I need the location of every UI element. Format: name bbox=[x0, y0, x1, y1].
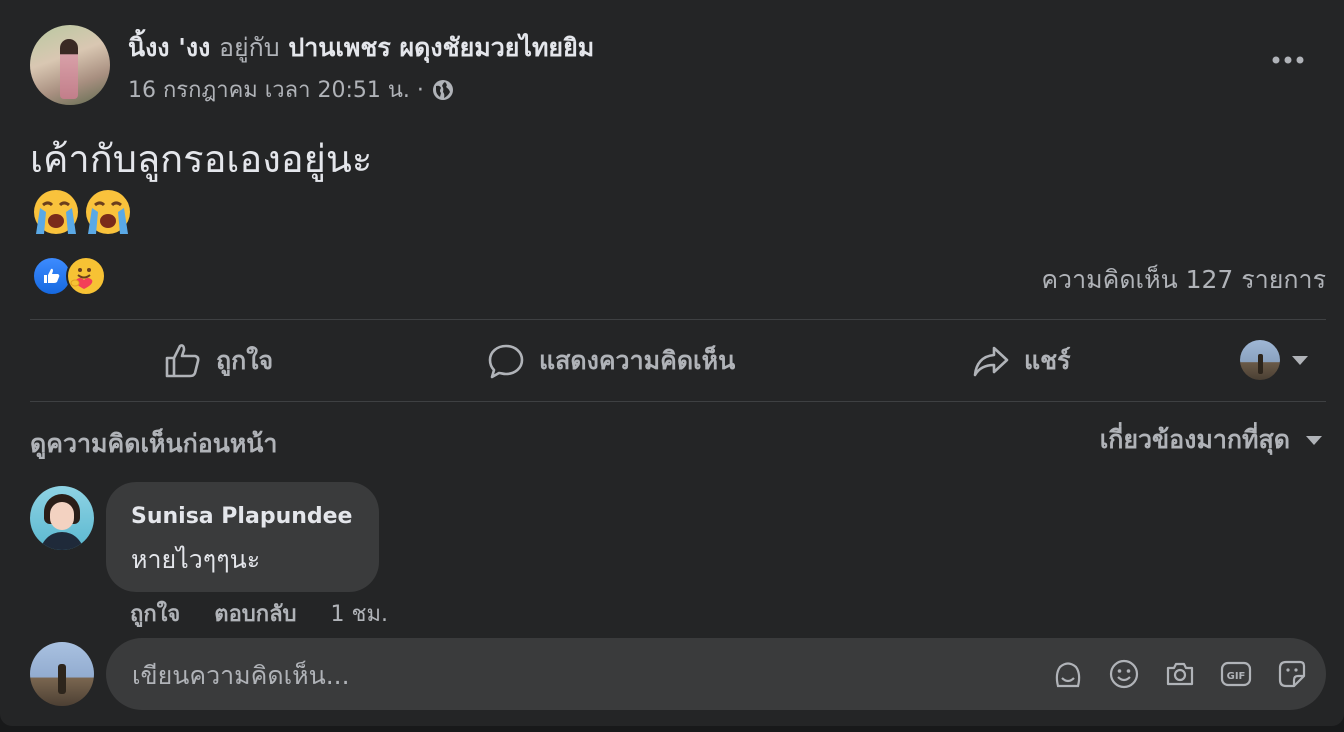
comment-count[interactable]: ความคิดเห็น 127 รายการ bbox=[1041, 260, 1326, 300]
like-button-label: ถูกใจ bbox=[216, 346, 274, 375]
crying-emoji-icon bbox=[34, 190, 130, 234]
post-meta: 16 กรกฎาคม เวลา 20:51 น. · bbox=[128, 72, 454, 107]
post-header-title: นิ้งง 'งง อยู่กับ ปานเพชร ผดุงชัยมวยไทยย… bbox=[128, 28, 594, 68]
sort-label: เกี่ยวข้องมากที่สุด bbox=[1099, 425, 1290, 454]
tagged-person[interactable]: ปานเพชร ผดุงชัยมวยไทยยิม bbox=[288, 33, 594, 62]
share-button[interactable]: แชร์ bbox=[972, 338, 1071, 384]
care-reaction-icon bbox=[66, 256, 106, 296]
comment-button-label: แสดงความคิดเห็น bbox=[539, 346, 736, 375]
speech-bubble-icon bbox=[487, 342, 525, 380]
post-text: เค้ากับลูกรอเองอยู่นะ bbox=[30, 137, 373, 181]
share-audience-selector[interactable] bbox=[1240, 340, 1308, 380]
comment-sort-dropdown[interactable]: เกี่ยวข้องมากที่สุด bbox=[1100, 420, 1322, 460]
with-word: อยู่กับ bbox=[219, 33, 280, 62]
comment-button[interactable]: แสดงความคิดเห็น bbox=[487, 338, 735, 384]
chevron-down-icon bbox=[1292, 355, 1308, 365]
composer-tools: GIF bbox=[1052, 658, 1308, 690]
comment-actions: ถูกใจ ตอบกลับ 1 ชม. bbox=[130, 596, 388, 631]
commenter-avatar[interactable] bbox=[30, 486, 94, 550]
comment-composer: GIF bbox=[106, 638, 1326, 710]
comment-text: หายไวๆๆนะ bbox=[131, 545, 261, 574]
camera-icon[interactable] bbox=[1164, 658, 1196, 690]
more-options-icon[interactable] bbox=[1268, 50, 1308, 70]
emoji-icon[interactable] bbox=[1108, 658, 1140, 690]
post-card: นิ้งง 'งง อยู่กับ ปานเพชร ผดุงชัยมวยไทยย… bbox=[0, 0, 1344, 726]
globe-icon[interactable] bbox=[432, 79, 454, 101]
comment-input[interactable] bbox=[130, 652, 1034, 698]
divider bbox=[30, 401, 1326, 402]
author-avatar[interactable] bbox=[30, 25, 110, 105]
comment-bubble: Sunisa Plapundee หายไวๆๆนะ bbox=[106, 482, 379, 592]
my-avatar[interactable] bbox=[30, 642, 94, 706]
current-user-avatar bbox=[1240, 340, 1280, 380]
divider bbox=[30, 319, 1326, 320]
post-emojis bbox=[30, 186, 134, 238]
share-arrow-icon bbox=[972, 342, 1010, 380]
author-name[interactable]: นิ้งง 'งง bbox=[128, 33, 210, 62]
chevron-down-icon bbox=[1306, 435, 1322, 445]
comment-time[interactable]: 1 ชม. bbox=[331, 596, 388, 631]
post-timestamp[interactable]: 16 กรกฎาคม เวลา 20:51 น. · bbox=[128, 72, 424, 107]
reaction-summary[interactable] bbox=[32, 256, 106, 296]
comment-like-link[interactable]: ถูกใจ bbox=[130, 596, 180, 631]
view-previous-comments[interactable]: ดูความคิดเห็นก่อนหน้า bbox=[30, 424, 277, 464]
sticker-icon[interactable] bbox=[1276, 658, 1308, 690]
comment-reply-link[interactable]: ตอบกลับ bbox=[214, 596, 296, 631]
like-button[interactable]: ถูกใจ bbox=[164, 338, 273, 384]
svg-text:GIF: GIF bbox=[1227, 671, 1246, 682]
share-button-label: แชร์ bbox=[1024, 346, 1071, 375]
avatar-sticker-icon[interactable] bbox=[1052, 658, 1084, 690]
gif-icon[interactable]: GIF bbox=[1220, 658, 1252, 690]
commenter-name[interactable]: Sunisa Plapundee bbox=[131, 504, 352, 529]
thumbs-up-icon bbox=[164, 342, 202, 380]
